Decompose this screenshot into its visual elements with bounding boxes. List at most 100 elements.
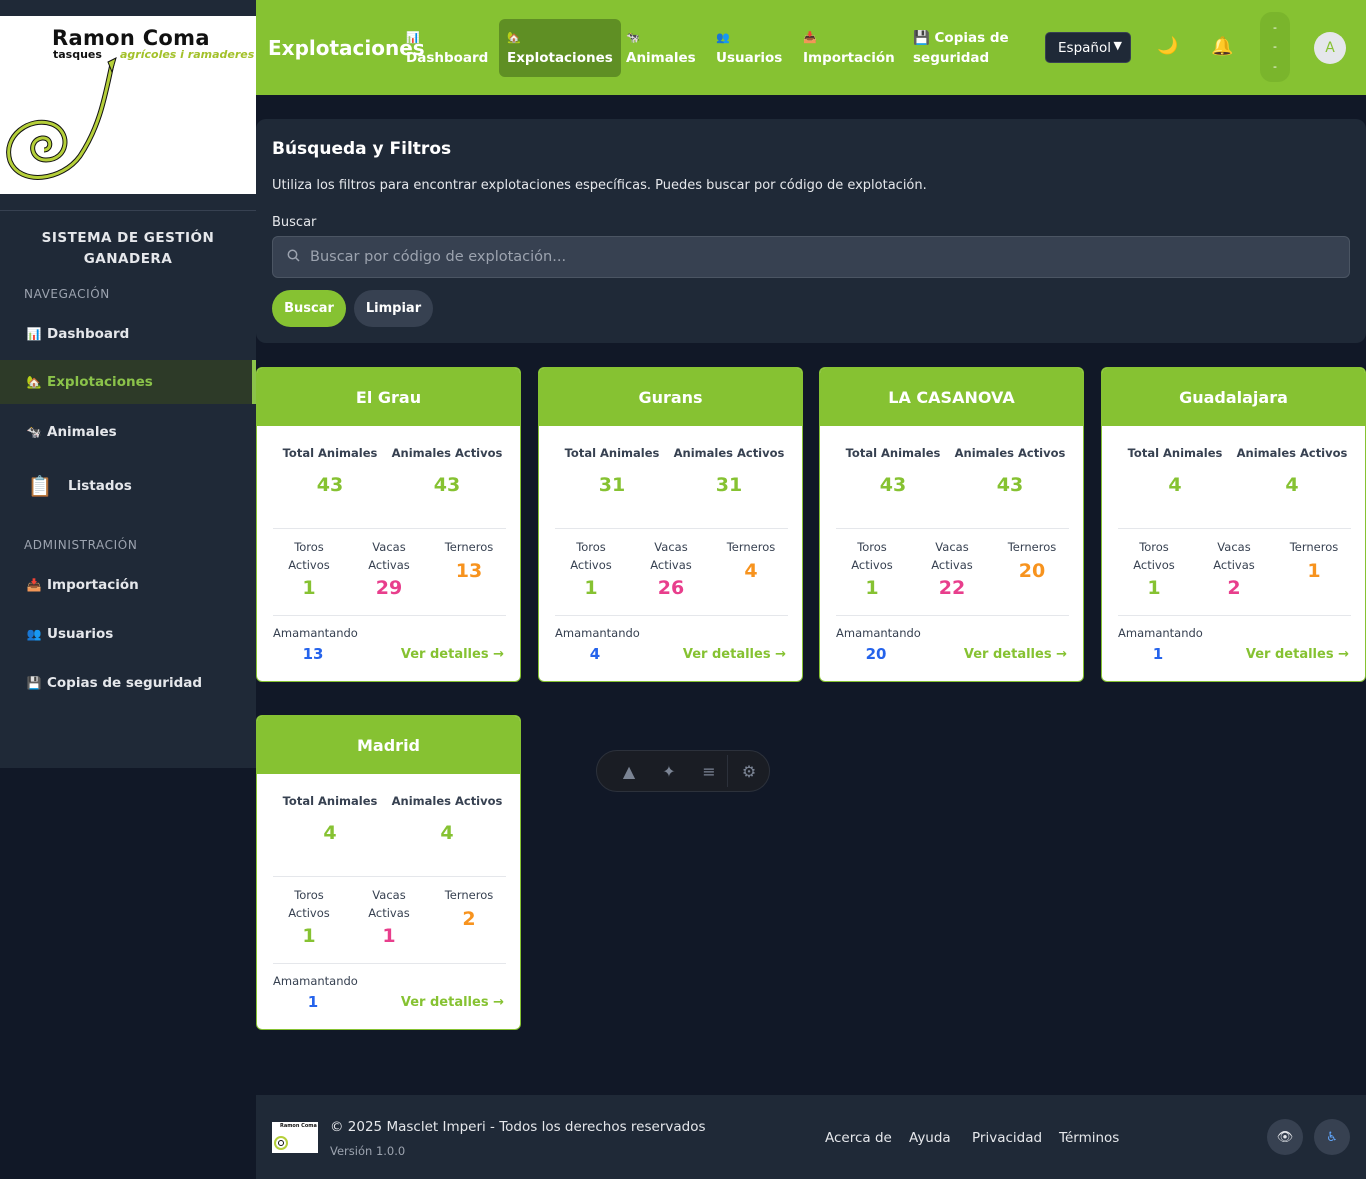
clear-button[interactable]: Limpiar [354,290,433,327]
vacas-value: 22 [938,577,966,599]
farm-card-title: El Grau [257,368,520,426]
terneros-value: 2 [462,908,476,930]
status-pill[interactable]: - - - [1260,12,1290,82]
toros-label-line2: Activos [570,558,612,572]
users-icon: 👥 [26,627,42,641]
farm-card[interactable]: LA CASANOVA Total Animales Animales Acti… [819,367,1084,682]
sidebar-item-importacion[interactable]: 📥 Importación [0,563,256,607]
moon-icon[interactable]: 🌙 [1157,36,1178,56]
card-divider [1118,528,1351,529]
avatar[interactable]: A [1314,32,1346,64]
total-animals-label: Total Animales [1127,446,1223,460]
card-divider [273,528,506,529]
total-animals-value: 43 [879,474,907,496]
sidebar-item-label: Animales [47,424,117,440]
topnav-label: Dashboard [406,50,489,66]
active-animals-value: 4 [440,822,454,844]
total-animals-label: Total Animales [845,446,941,460]
audit-icon[interactable]: ≡ [689,762,729,781]
total-animals-value: 43 [316,474,344,496]
sidebar-item-label: Explotaciones [47,374,153,390]
system-title: SISTEMA DE GESTIÓN GANADERA [0,228,256,270]
sidebar-item-usuarios[interactable]: 👥 Usuarios [0,612,256,656]
sidebar-item-animales[interactable]: 🐄 Animales [0,410,256,454]
sidebar-item-explotaciones[interactable]: 🏡 Explotaciones [0,360,256,404]
brand-name: Ramon Coma [52,26,210,50]
footer-copyright: © 2025 Masclet Imperi - Todos los derech… [330,1119,706,1135]
view-details-link[interactable]: Ver detalles → [964,647,1067,662]
astro-icon[interactable]: ▲ [609,762,649,781]
language-select[interactable]: Español ▼ [1045,32,1131,63]
terneros-label: Terneros [726,540,776,554]
cursor-inspect-icon[interactable]: ✦ [649,762,689,781]
floppy-icon: 💾 [26,676,42,690]
terneros-label: Terneros [444,540,494,554]
topnav-importacion[interactable]: 📥 Importación [795,19,903,77]
view-details-link[interactable]: Ver detalles → [401,995,504,1010]
card-divider [273,876,506,877]
vacas-value: 2 [1227,577,1241,599]
card-divider [555,615,788,616]
topnav-explotaciones[interactable]: 🏡 Explotaciones [499,19,621,77]
farm-card-title: Gurans [539,368,802,426]
accessibility-icon[interactable]: ♿ [1314,1119,1350,1155]
vacas-value: 1 [382,925,396,947]
footer-link-terminos[interactable]: Términos [1059,1130,1119,1146]
language-value: Español [1058,39,1111,56]
toros-label: Toros Activos [274,886,344,922]
farm-card[interactable]: El Grau Total Animales Animales Activos … [256,367,521,682]
view-details-link[interactable]: Ver detalles → [683,647,786,662]
search-input[interactable] [310,249,1310,265]
card-divider [273,963,506,964]
card-divider [555,528,788,529]
brand-logo[interactable]: Ramon Coma tasques agrícoles i ramaderes [0,16,256,194]
view-details-link[interactable]: Ver detalles → [401,647,504,662]
search-button[interactable]: Buscar [272,290,346,327]
sidebar-item-label: Usuarios [47,626,114,642]
farm-card-title: Madrid [257,716,520,774]
sidebar-item-dashboard[interactable]: 📊 Dashboard [0,312,256,356]
footer: Ramon Coma © 2025 Masclet Imperi - Todos… [256,1095,1366,1179]
nav-section-label: NAVEGACIÓN [24,287,110,301]
vacas-value: 29 [375,577,403,599]
system-title-line2: GANADERA [83,251,173,267]
toros-label-line1: Toros [857,540,887,554]
sidebar-item-label: Importación [47,577,139,593]
active-animals-label: Animales Activos [954,446,1066,460]
farm-card[interactable]: Gurans Total Animales Animales Activos 3… [538,367,803,682]
sidebar-item-listados[interactable]: 📋 Listados [0,464,256,508]
chevron-down-icon: ▼ [1113,39,1122,52]
vacas-label: Vacas Activas [354,886,424,922]
toros-label-line1: Toros [576,540,606,554]
view-details-link[interactable]: Ver detalles → [1246,647,1349,662]
footer-link-privacidad[interactable]: Privacidad [972,1130,1042,1146]
terneros-label: Terneros [444,888,494,902]
bell-icon[interactable]: 🔔 [1211,36,1233,57]
topnav-usuarios[interactable]: 👥 Usuarios [708,19,790,77]
terneros-label: Terneros [1289,540,1339,554]
cow-icon: 🐄 [626,31,640,44]
vacas-label: Vacas Activas [1199,538,1269,574]
vacas-label-line2: Activas [368,558,410,572]
topnav-animales[interactable]: 🐄 Animales [618,19,704,77]
farm-card[interactable]: Madrid Total Animales Animales Activos 4… [256,715,521,1030]
eye-icon[interactable]: 👁 [1267,1119,1303,1155]
footer-link-acerca[interactable]: Acerca de [825,1130,892,1146]
sidebar-item-copias[interactable]: 💾 Copias de seguridad [0,661,256,705]
total-animals-label: Total Animales [282,794,378,808]
topnav-copias[interactable]: 💾 Copias de seguridad [905,19,1017,77]
card-divider [836,528,1069,529]
active-animals-label: Animales Activos [391,446,503,460]
vacas-label-line1: Vacas [1217,540,1251,554]
search-label: Buscar [272,215,317,230]
gear-icon[interactable]: ⚙ [729,762,769,781]
topnav-label: Explotaciones [507,50,613,66]
total-animals-value: 4 [1168,474,1182,496]
farm-card[interactable]: Guadalajara Total Animales Animales Acti… [1101,367,1366,682]
spiral-logo-icon [6,57,117,180]
footer-link-ayuda[interactable]: Ayuda [909,1130,951,1146]
search-field[interactable] [272,236,1350,278]
topnav-label-line1: 💾 Copias de [913,30,1009,46]
vacas-value: 26 [657,577,685,599]
topnav-dashboard[interactable]: 📊 Dashboard [398,19,496,77]
